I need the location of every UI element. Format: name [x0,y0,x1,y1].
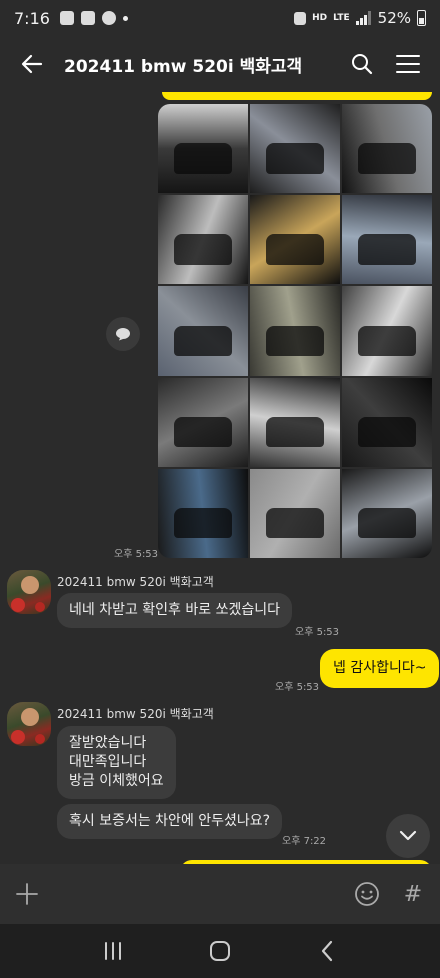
photo-content-shape [358,325,416,356]
message-input[interactable] [42,874,352,914]
chat-area[interactable]: 오후 5:53 202411 bmw 520i 백화고객 네네 차받고 확인후 … [0,92,440,864]
chat-title: 202411 bmw 520i 백화고객 [64,56,303,77]
chat-header: 202411 bmw 520i 백화고객 [0,36,440,92]
share-button[interactable] [106,317,140,351]
chevron-down-icon [399,830,417,841]
search-button[interactable] [346,48,378,80]
sender-name: 202411 bmw 520i 백화고객 [57,707,214,721]
alarm-icon [294,11,307,25]
search-icon [352,54,373,75]
photo-thumbnail[interactable] [250,377,340,467]
menu-icon [396,55,420,73]
photo-thumbnail[interactable] [250,195,340,285]
hash-icon: # [403,881,423,907]
photo-content-shape [266,234,324,265]
moon-icon [101,11,116,25]
photo-content-shape [358,416,416,448]
plus-icon [16,883,38,905]
back-button[interactable] [16,48,48,80]
status-bar: 7:16 HD LTE 52% [0,0,440,36]
photo-thumbnail[interactable] [158,104,248,194]
photo-content-shape [358,508,416,539]
back-icon [321,940,332,962]
message-time-2: 오후 5:53 [275,682,320,693]
status-left: 7:16 [14,9,128,28]
attach-button[interactable] [12,879,42,909]
emoji-icon [355,882,379,906]
home-icon [209,941,230,961]
photo-thumbnail[interactable] [250,468,340,558]
message-bubble-3[interactable]: 잘받았습니다 대만족입니다 방금 이체했어요 [57,726,176,799]
photo-thumbnail[interactable] [342,286,432,376]
speech-bubble-icon [116,328,130,341]
home-button[interactable] [200,931,240,971]
photo-content-shape [358,234,416,265]
photo-content-shape [174,234,232,265]
menu-button[interactable] [392,48,424,80]
network-hd-label: HD [312,12,328,23]
message-bubble-1[interactable]: 네네 차받고 확인후 바로 쏘겠습니다 [57,593,292,628]
emoji-button[interactable] [352,879,382,909]
photo-content-shape [174,508,232,539]
signal-icon [355,11,371,25]
message-bubble-4[interactable]: 혹시 보증서는 차안에 안두셨나요? [57,804,283,839]
avatar[interactable] [7,702,51,746]
avatar[interactable] [7,570,51,614]
system-back-button[interactable] [307,931,347,971]
battery-percent: 52% [377,9,411,27]
photo-content-shape [358,143,416,174]
gallery-notification-icon [80,11,95,25]
photo-thumbnail[interactable] [250,104,340,194]
photo-thumbnail[interactable] [158,286,248,376]
photo-thumbnail[interactable] [158,377,248,467]
photo-content-shape [174,416,232,448]
photo-content-shape [266,325,324,356]
message-time-4: 오후 7:22 [282,836,327,847]
photo-content-shape [266,143,324,174]
photo-thumbnail[interactable] [342,377,432,467]
scroll-down-button[interactable] [386,814,430,858]
photo-thumbnail[interactable] [158,195,248,285]
photo-time: 오후 5:53 [114,549,159,560]
photo-thumbnail[interactable] [342,195,432,285]
recents-icon [105,942,122,960]
photo-content-shape [174,143,232,174]
status-right: HD LTE 52% [294,9,426,27]
talk-notification-icon [59,11,74,25]
input-bar: # [0,864,440,924]
photo-thumbnail[interactable] [158,468,248,558]
photo-grid[interactable] [158,104,432,558]
hash-button[interactable]: # [398,879,428,909]
system-nav-bar [0,924,440,978]
previous-outgoing-bubble [162,92,432,100]
message-time-1: 오후 5:53 [295,627,340,638]
network-lte-label: LTE [333,12,350,23]
message-bubble-2[interactable]: 넵 감사합니다~ [320,649,440,688]
recents-button[interactable] [93,931,133,971]
sender-name: 202411 bmw 520i 백화고객 [57,575,214,589]
photo-content-shape [174,325,232,356]
notification-dot-icon [122,15,128,21]
status-time: 7:16 [14,8,50,28]
battery-icon [417,10,426,26]
photo-thumbnail[interactable] [342,104,432,194]
photo-content-shape [266,416,324,448]
photo-thumbnail[interactable] [250,286,340,376]
photo-content-shape [266,508,324,539]
back-arrow-icon [21,54,43,74]
photo-thumbnail[interactable] [342,468,432,558]
